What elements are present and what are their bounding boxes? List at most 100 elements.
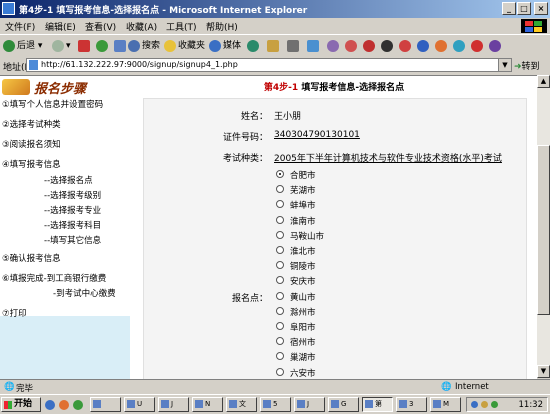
ext-button-1[interactable]	[363, 38, 377, 54]
taskbar-task-button[interactable]: 文	[226, 397, 257, 412]
site-option-label[interactable]: 铜陵市	[290, 260, 316, 272]
site-radio[interactable]	[276, 337, 284, 346]
forward-button[interactable]: ▾	[52, 38, 71, 54]
site-radio[interactable]	[276, 230, 284, 239]
site-option-label[interactable]: 淮南市	[290, 215, 316, 227]
forward-arrow-icon	[52, 39, 64, 52]
site-option-label[interactable]: 芜湖市	[290, 184, 316, 196]
task-app-icon	[127, 400, 135, 408]
tray-volume-icon[interactable]	[481, 401, 488, 408]
site-radio[interactable]	[276, 322, 284, 330]
taskbar-task-button[interactable]: U	[124, 397, 155, 412]
site-option-label[interactable]: 宿州市	[290, 336, 316, 348]
start-button[interactable]: 开始	[1, 397, 41, 412]
discuss-button[interactable]	[327, 38, 341, 54]
menu-view[interactable]: 查看(V)	[85, 20, 116, 33]
edit-button[interactable]	[307, 38, 321, 54]
site-option-label[interactable]: 六安市	[290, 367, 316, 379]
step-4[interactable]: ④填写报考信息	[2, 158, 61, 170]
favorites-button[interactable]: 收藏夹	[164, 38, 205, 54]
site-option-label[interactable]: 蚌埠市	[290, 199, 316, 211]
ext-button-5[interactable]	[435, 38, 449, 54]
taskbar-task-button[interactable]: J	[158, 397, 189, 412]
menu-file[interactable]: 文件(F)	[5, 20, 35, 33]
step-2[interactable]: ②选择考试种类	[2, 118, 61, 130]
scroll-up-icon[interactable]: ▲	[537, 75, 550, 88]
refresh-button[interactable]	[96, 38, 110, 54]
step-4-sub-site[interactable]: --选择报名点	[44, 174, 93, 186]
search-button[interactable]: 搜索	[128, 38, 160, 54]
site-radio[interactable]	[276, 352, 284, 361]
site-radio[interactable]	[276, 367, 284, 376]
scroll-down-icon[interactable]: ▼	[537, 365, 550, 378]
home-button[interactable]	[114, 38, 128, 54]
taskbar-task-button[interactable]: 5	[260, 397, 291, 412]
site-radio[interactable]	[276, 261, 284, 270]
quicklaunch-icon[interactable]	[45, 400, 55, 410]
step-4-sub-subject[interactable]: --选择报考科目	[44, 219, 101, 231]
site-option-label[interactable]: 滁州市	[290, 306, 316, 318]
step-6[interactable]: ⑥填报完成-到工商银行缴费	[2, 272, 106, 284]
taskbar-task-button[interactable]: N	[192, 397, 223, 412]
tray-network-icon[interactable]	[471, 401, 478, 408]
ext-button-6[interactable]	[453, 38, 467, 54]
step-3[interactable]: ③阅读报名须知	[2, 138, 61, 150]
taskbar-task-button[interactable]: M	[430, 397, 461, 412]
step-7[interactable]: ⑦打印	[2, 307, 27, 319]
scroll-thumb[interactable]	[537, 145, 550, 315]
site-radio[interactable]	[276, 200, 284, 209]
go-button[interactable]: ➜转到	[514, 59, 540, 72]
site-option-label[interactable]: 合肥市	[290, 169, 316, 181]
messenger-button[interactable]	[345, 38, 359, 54]
ext-button-7[interactable]	[471, 38, 485, 54]
ext-button-3[interactable]	[399, 38, 413, 54]
quicklaunch-icon[interactable]	[59, 400, 69, 410]
site-option-label[interactable]: 马鞍山市	[290, 230, 324, 242]
print-button[interactable]	[287, 38, 301, 54]
site-option-label[interactable]: 淮北市	[290, 245, 316, 257]
close-button[interactable]: ×	[534, 2, 548, 15]
tray-app-icon[interactable]	[491, 401, 498, 408]
address-dropdown-icon[interactable]: ▼	[498, 59, 511, 71]
site-option-label[interactable]: 巢湖市	[290, 351, 316, 363]
site-option-label[interactable]: 安庆市	[290, 275, 316, 287]
mail-button[interactable]	[267, 38, 281, 54]
taskbar-task-button[interactable]: 第	[362, 397, 393, 412]
site-option-label[interactable]: 黄山市	[290, 291, 316, 303]
back-button[interactable]: 后退 ▾	[3, 38, 42, 54]
quicklaunch-icon[interactable]	[73, 400, 83, 410]
site-radio[interactable]	[276, 215, 284, 224]
step-4-sub-other[interactable]: --填写其它信息	[44, 234, 101, 246]
menu-tools[interactable]: 工具(T)	[166, 20, 197, 33]
step-4-sub-major[interactable]: --选择报考专业	[44, 204, 101, 216]
step-6-sub[interactable]: -到考试中心缴费	[53, 287, 116, 299]
step-1[interactable]: ①填写个人信息并设置密码	[2, 98, 103, 110]
media-button[interactable]: 媒体	[209, 38, 241, 54]
step-4-sub-level[interactable]: --选择报考级别	[44, 189, 101, 201]
ext-button-2[interactable]	[381, 38, 395, 54]
menu-edit[interactable]: 编辑(E)	[45, 20, 76, 33]
minimize-button[interactable]: _	[502, 2, 516, 15]
site-radio[interactable]	[276, 276, 284, 285]
taskbar-task-button[interactable]: 3	[396, 397, 427, 412]
taskbar-task-button[interactable]: G	[328, 397, 359, 412]
ext-button-4[interactable]	[417, 38, 431, 54]
ext-button-8[interactable]	[489, 38, 503, 54]
site-radio[interactable]	[276, 185, 284, 194]
vertical-scrollbar[interactable]: ▲ ▼	[537, 75, 550, 378]
site-radio[interactable]	[276, 246, 284, 254]
step-5[interactable]: ⑤确认报考信息	[2, 252, 61, 264]
site-radio[interactable]	[276, 170, 284, 178]
site-radio[interactable]	[276, 291, 284, 300]
site-option-label[interactable]: 阜阳市	[290, 321, 316, 333]
address-input[interactable]: http://61.132.222.97:9000/signup/signup4…	[26, 58, 512, 72]
history-button[interactable]	[247, 38, 261, 54]
window-titlebar[interactable]: 第4步-1 填写报考信息-选择报名点 - Microsoft Internet …	[0, 0, 550, 18]
maximize-button[interactable]: □	[517, 2, 531, 15]
menu-help[interactable]: 帮助(H)	[206, 20, 238, 33]
site-radio[interactable]	[276, 306, 284, 315]
stop-button[interactable]	[78, 38, 92, 54]
menu-favorites[interactable]: 收藏(A)	[126, 20, 157, 33]
taskbar-task-button[interactable]	[90, 397, 121, 412]
taskbar-task-button[interactable]: J	[294, 397, 325, 412]
